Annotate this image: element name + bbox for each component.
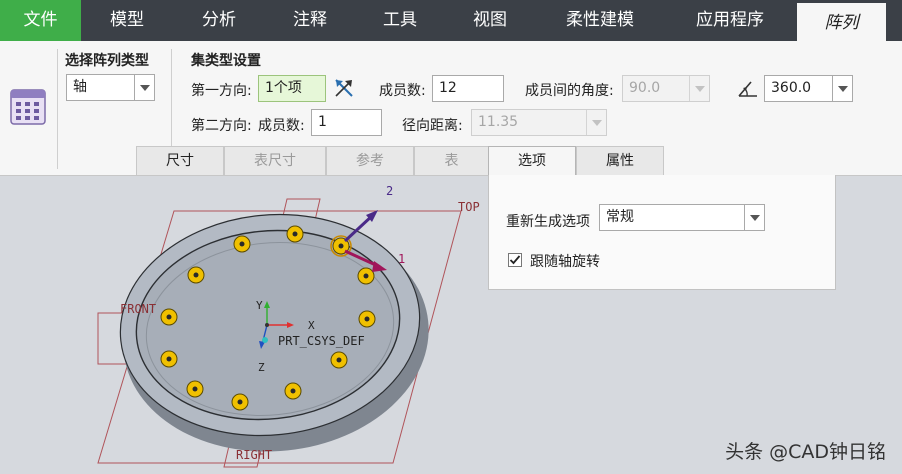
total-angle-select[interactable]: 360.0 bbox=[764, 75, 853, 102]
pattern-type-value: 轴 bbox=[73, 79, 87, 95]
tab-tools[interactable]: 工具 bbox=[355, 0, 445, 41]
pattern-hole[interactable] bbox=[284, 382, 302, 400]
pattern-hole[interactable] bbox=[160, 308, 178, 326]
regen-option-select[interactable]: 常规 bbox=[599, 204, 765, 231]
member-count-input[interactable]: 12 bbox=[432, 75, 504, 102]
pattern-hole[interactable] bbox=[330, 351, 348, 369]
datum-front-label: FRONT bbox=[120, 302, 156, 316]
pattern-hole[interactable] bbox=[160, 350, 178, 368]
chevron-down-icon[interactable] bbox=[134, 75, 154, 100]
tab-file[interactable]: 文件 bbox=[0, 0, 81, 41]
tab-annotate[interactable]: 注释 bbox=[265, 0, 355, 41]
tab-pattern[interactable]: 阵列 bbox=[797, 0, 886, 41]
member-count-label: 成员数: bbox=[379, 83, 426, 99]
pattern-hole[interactable] bbox=[286, 225, 304, 243]
chevron-down-icon bbox=[586, 110, 606, 135]
first-direction-collector[interactable]: 1个项 bbox=[258, 75, 326, 102]
datum-right-label: RIGHT bbox=[236, 448, 272, 462]
watermark: 头条 @CAD钟日铭 bbox=[725, 441, 886, 463]
radial-distance-label: 径向距离: bbox=[402, 118, 463, 134]
tab-analysis[interactable]: 分析 bbox=[173, 0, 265, 41]
pattern-hole[interactable] bbox=[357, 267, 375, 285]
set-settings-heading: 集类型设置 bbox=[191, 53, 261, 69]
angle-range-icon bbox=[736, 77, 760, 101]
total-angle-value: 360.0 bbox=[771, 80, 812, 96]
axis-x-label: X bbox=[308, 319, 315, 332]
subtab-references: 参考 bbox=[326, 146, 414, 175]
second-member-count-label: 成员数: bbox=[258, 118, 305, 134]
tab-flexible-modeling[interactable]: 柔性建模 bbox=[535, 0, 665, 41]
chevron-down-icon[interactable] bbox=[832, 76, 852, 101]
subtab-tables: 表 bbox=[414, 146, 489, 175]
second-member-count-input[interactable]: 1 bbox=[311, 109, 382, 136]
ribbon-separator bbox=[57, 49, 58, 169]
chevron-down-icon bbox=[689, 76, 709, 101]
regen-option-label: 重新生成选项 bbox=[506, 214, 590, 230]
radial-distance-select: 11.35 bbox=[471, 109, 607, 136]
options-panel: 重新生成选项 常规 跟随轴旋转 bbox=[488, 175, 836, 290]
pattern-hole[interactable] bbox=[233, 235, 251, 253]
angle-between-select: 90.0 bbox=[622, 75, 710, 102]
csys-label: PRT_CSYS_DEF bbox=[278, 334, 365, 348]
follow-axis-checkbox[interactable] bbox=[508, 253, 522, 267]
regen-option-value: 常规 bbox=[606, 209, 634, 225]
radial-distance-value: 11.35 bbox=[478, 114, 519, 130]
axis-y-label: Y bbox=[256, 299, 263, 312]
pattern-hole[interactable] bbox=[187, 266, 205, 284]
tab-model[interactable]: 模型 bbox=[81, 0, 173, 41]
pattern-type-select[interactable]: 轴 bbox=[66, 74, 155, 101]
subtab-options[interactable]: 选项 bbox=[488, 146, 576, 176]
subtab-dimensions[interactable]: 尺寸 bbox=[136, 146, 224, 175]
direction-1-label: 1 bbox=[398, 252, 405, 266]
subtab-properties[interactable]: 属性 bbox=[576, 146, 664, 175]
pattern-type-heading: 选择阵列类型 bbox=[65, 53, 149, 69]
axis-z-label: Z bbox=[258, 361, 265, 374]
first-direction-label: 第一方向: bbox=[191, 83, 252, 99]
flip-direction-icon[interactable] bbox=[333, 77, 355, 99]
check-icon bbox=[509, 255, 521, 265]
angle-between-value: 90.0 bbox=[629, 80, 661, 96]
datum-top-label: TOP bbox=[458, 200, 480, 214]
follow-axis-label: 跟随轴旋转 bbox=[530, 254, 600, 270]
pattern-hole[interactable] bbox=[358, 310, 376, 328]
chevron-down-icon[interactable] bbox=[744, 205, 764, 230]
subtab-table-dimensions: 表尺寸 bbox=[224, 146, 326, 175]
tab-view[interactable]: 视图 bbox=[445, 0, 535, 41]
pattern-hole[interactable] bbox=[231, 393, 249, 411]
second-direction-label: 第二方向: bbox=[191, 118, 252, 134]
pattern-hole[interactable] bbox=[186, 380, 204, 398]
pattern-icon[interactable] bbox=[8, 87, 48, 127]
angle-between-label: 成员间的角度: bbox=[525, 83, 614, 99]
direction-2-label: 2 bbox=[386, 184, 393, 198]
ribbon-tab-bar: 文件 模型 分析 注释 工具 视图 柔性建模 应用程序 阵列 bbox=[0, 0, 902, 41]
tab-applications[interactable]: 应用程序 bbox=[665, 0, 795, 41]
